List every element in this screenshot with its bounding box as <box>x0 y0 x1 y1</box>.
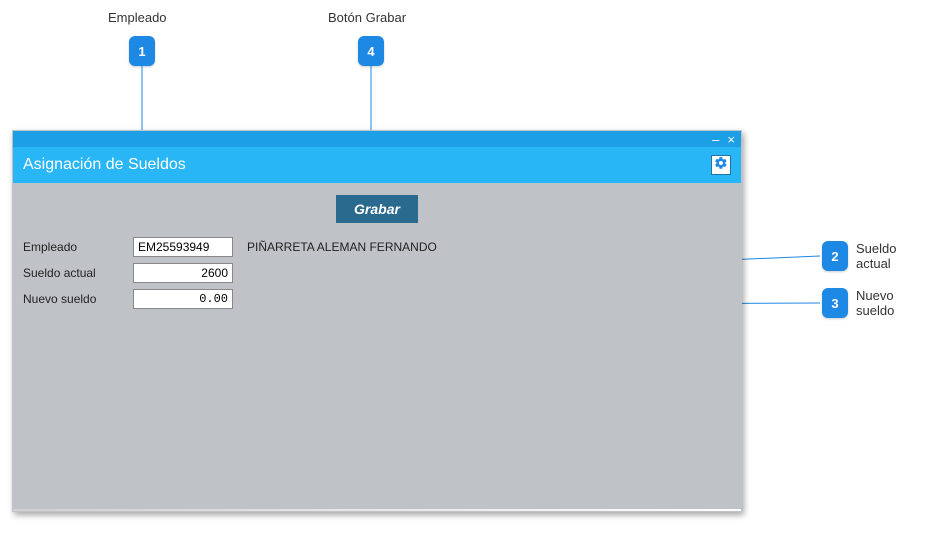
label-empleado: Empleado <box>23 240 133 254</box>
label-sueldo-actual: Sueldo actual <box>23 266 133 280</box>
callout-marker-2: 2 <box>822 241 848 271</box>
row-nuevo-sueldo: Nuevo sueldo <box>23 287 731 311</box>
label-nuevo-sueldo: Nuevo sueldo <box>23 292 133 306</box>
input-empleado[interactable] <box>133 237 233 257</box>
settings-button[interactable] <box>711 155 731 175</box>
gear-icon <box>714 156 728 175</box>
window-controls: – × <box>13 131 741 147</box>
row-sueldo-actual: Sueldo actual <box>23 261 731 285</box>
input-nuevo-sueldo[interactable] <box>133 289 233 309</box>
form-area: Empleado PIÑARRETA ALEMAN FERNANDO Sueld… <box>13 231 741 317</box>
callout-row-3: 3 Nuevo sueldo <box>822 288 926 318</box>
text-empleado-nombre: PIÑARRETA ALEMAN FERNANDO <box>247 240 437 254</box>
minimize-button[interactable]: – <box>712 133 719 146</box>
titlebar: Asignación de Sueldos <box>13 147 741 183</box>
row-empleado: Empleado PIÑARRETA ALEMAN FERNANDO <box>23 235 731 259</box>
callout-marker-4: 4 <box>358 36 384 66</box>
window-title: Asignación de Sueldos <box>23 156 186 174</box>
callout-label-2: Sueldo actual <box>856 241 926 271</box>
window-bottom-edge <box>13 509 741 511</box>
callout-marker-3: 3 <box>822 288 848 318</box>
callout-label-3: Nuevo sueldo <box>856 288 926 318</box>
callout-label-1: Empleado <box>108 10 167 25</box>
save-button[interactable]: Grabar <box>336 195 418 223</box>
callout-label-4: Botón Grabar <box>328 10 406 25</box>
toolbar: Grabar <box>13 183 741 231</box>
input-sueldo-actual[interactable] <box>133 263 233 283</box>
dialog-asignacion-sueldos: – × Asignación de Sueldos Grabar Emplead… <box>12 130 742 512</box>
callout-marker-1: 1 <box>129 36 155 66</box>
callout-row-2: 2 Sueldo actual <box>822 241 926 271</box>
close-button[interactable]: × <box>727 133 735 146</box>
